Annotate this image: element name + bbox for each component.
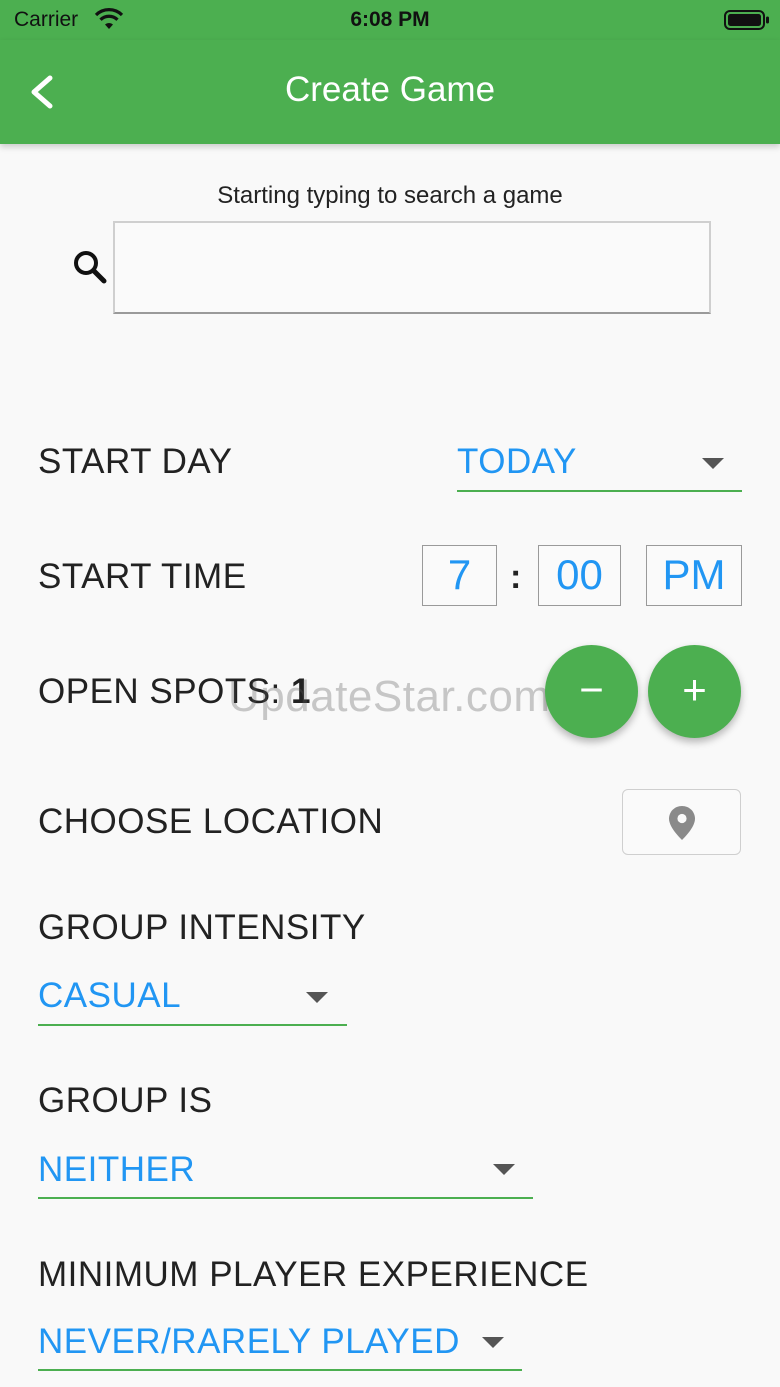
open-spots-value: 1: [291, 672, 311, 711]
battery-icon: [724, 10, 770, 35]
map-pin-icon: [669, 806, 695, 840]
min-experience-value: NEVER/RARELY PLAYED: [38, 1322, 460, 1361]
search-input[interactable]: [113, 221, 711, 314]
dropdown-arrow-icon: [702, 458, 724, 469]
search-icon: [70, 248, 110, 288]
page-title: Create Game: [284, 70, 496, 109]
start-time-label: START TIME: [38, 557, 247, 596]
time-separator: :: [510, 558, 522, 596]
start-day-dropdown[interactable]: TODAY: [457, 442, 742, 492]
group-is-label: GROUP IS: [38, 1081, 213, 1120]
min-experience-dropdown[interactable]: NEVER/RARELY PLAYED: [38, 1322, 522, 1371]
group-is-dropdown[interactable]: NEITHER: [38, 1150, 533, 1199]
group-intensity-dropdown[interactable]: CASUAL: [38, 976, 347, 1026]
choose-location-button[interactable]: [622, 789, 741, 855]
hour-field[interactable]: 7: [422, 545, 497, 606]
start-day-value: TODAY: [457, 442, 577, 481]
search-hint: Starting typing to search a game: [217, 182, 563, 209]
period-field[interactable]: PM: [646, 545, 742, 606]
group-is-value: NEITHER: [38, 1150, 196, 1189]
dropdown-arrow-icon: [482, 1337, 504, 1348]
minute-field[interactable]: 00: [538, 545, 621, 606]
group-intensity-value: CASUAL: [38, 976, 182, 1015]
status-time: 6:08 PM: [350, 8, 430, 31]
start-day-label: START DAY: [38, 442, 233, 481]
decrement-button[interactable]: −: [545, 645, 638, 738]
dropdown-arrow-icon: [306, 992, 328, 1003]
group-intensity-label: GROUP INTENSITY: [38, 908, 366, 947]
open-spots-text: OPEN SPOTS:: [38, 672, 281, 711]
dropdown-arrow-icon: [493, 1164, 515, 1175]
status-bar: Carrier 6:08 PM: [0, 0, 780, 40]
increment-button[interactable]: +: [648, 645, 741, 738]
open-spots-label: OPEN SPOTS: 1: [38, 672, 311, 712]
choose-location-label: CHOOSE LOCATION: [38, 802, 384, 841]
app-bar: Create Game: [0, 40, 780, 144]
min-experience-label: MINIMUM PLAYER EXPERIENCE: [38, 1255, 589, 1294]
